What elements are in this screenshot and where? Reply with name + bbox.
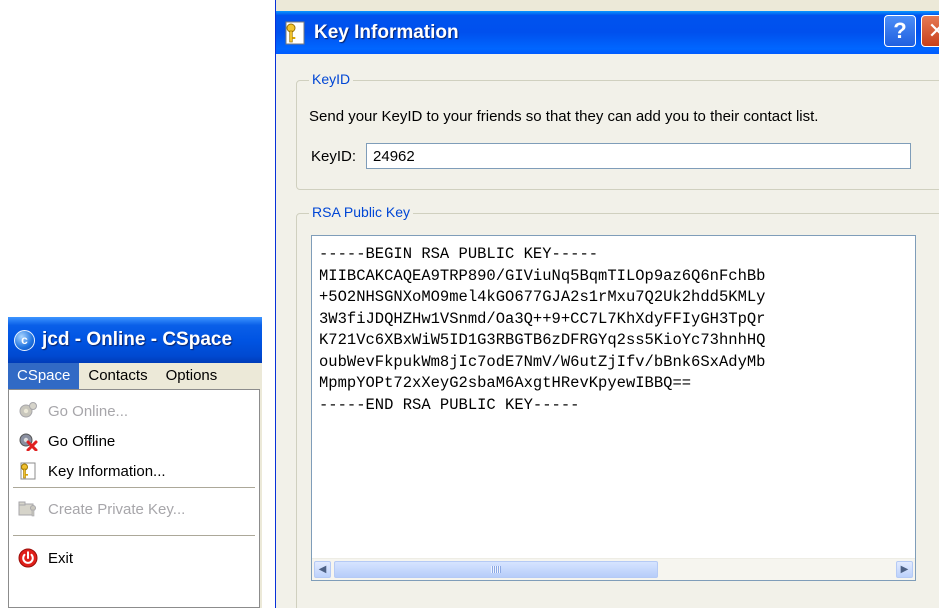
- cspace-main-window: c jcd - Online - CSpace CSpace Contacts …: [8, 317, 262, 608]
- key-icon: [284, 20, 306, 46]
- key-information-dialog: Key Information ? ✕ KeyID Send your KeyI…: [275, 0, 939, 608]
- menu-item-go-online[interactable]: Go Online...: [9, 396, 259, 426]
- menu-separator: [13, 535, 255, 537]
- go-offline-label: Go Offline: [48, 432, 116, 450]
- key-information-label: Key Information...: [48, 462, 166, 480]
- menu-separator: [13, 487, 255, 489]
- rsa-public-key-text[interactable]: -----BEGIN RSA PUBLIC KEY----- MIIBCAKCA…: [319, 244, 765, 416]
- menu-item-key-information[interactable]: Key Information...: [9, 456, 259, 486]
- main-menubar: CSpace Contacts Options: [8, 363, 262, 389]
- disconnect-icon: [18, 431, 38, 451]
- dialog-title: Key Information: [314, 21, 459, 43]
- go-online-label: Go Online...: [48, 402, 129, 420]
- menu-options[interactable]: Options: [157, 363, 227, 389]
- help-button[interactable]: ?: [884, 15, 916, 47]
- cspace-app-icon: c: [14, 329, 35, 351]
- cspace-dropdown-menu: Go Online... Go Offline Key Information.…: [8, 389, 260, 608]
- close-button[interactable]: ✕: [921, 15, 939, 47]
- scrollbar-grip: [491, 566, 501, 573]
- keyid-row: KeyID:: [311, 143, 912, 169]
- keyid-group-label: KeyID: [309, 71, 354, 87]
- scrollbar-thumb[interactable]: [334, 561, 658, 578]
- keyid-field[interactable]: [366, 143, 912, 169]
- menu-contacts[interactable]: Contacts: [79, 363, 156, 389]
- menu-cspace[interactable]: CSpace: [8, 363, 80, 389]
- keyid-description: Send your KeyID to your friends so that …: [309, 108, 819, 125]
- keyid-field-label: KeyID:: [311, 147, 357, 165]
- scroll-right-button[interactable]: ▶: [896, 561, 913, 578]
- create-private-key-label: Create Private Key...: [48, 500, 186, 518]
- rsa-public-key-groupbox: RSA Public Key -----BEGIN RSA PUBLIC KEY…: [296, 204, 939, 608]
- menu-item-go-offline[interactable]: Go Offline: [9, 426, 259, 456]
- key-icon: [18, 461, 38, 481]
- menu-item-create-private-key[interactable]: Create Private Key...: [9, 494, 259, 524]
- main-window-title: jcd - Online - CSpace: [42, 329, 233, 350]
- power-icon: [18, 548, 38, 568]
- key-folder-icon: [18, 499, 38, 519]
- scroll-left-button[interactable]: ◀: [314, 561, 331, 578]
- keyid-groupbox: KeyID Send your KeyID to your friends so…: [296, 71, 939, 190]
- horizontal-scrollbar[interactable]: ◀ ▶: [312, 558, 915, 580]
- network-gears-icon: [18, 401, 38, 421]
- dialog-titlebar[interactable]: Key Information ? ✕: [276, 11, 939, 54]
- rsa-public-key-textarea[interactable]: -----BEGIN RSA PUBLIC KEY----- MIIBCAKCA…: [311, 235, 916, 581]
- dialog-body: KeyID Send your KeyID to your friends so…: [276, 54, 939, 608]
- main-window-titlebar[interactable]: c jcd - Online - CSpace: [8, 317, 262, 363]
- rsa-group-label: RSA Public Key: [309, 204, 414, 220]
- exit-label: Exit: [48, 549, 74, 567]
- menu-item-exit[interactable]: Exit: [9, 543, 259, 573]
